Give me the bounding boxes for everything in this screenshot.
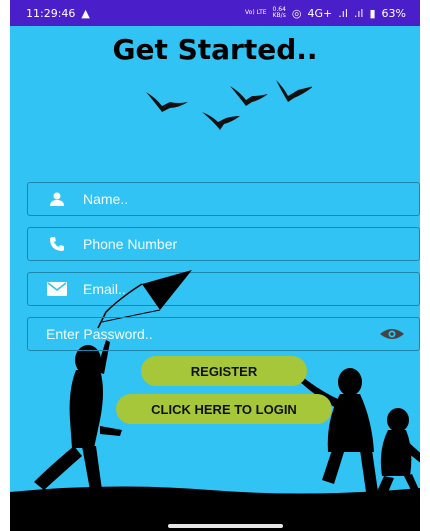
phone-field[interactable]: [27, 227, 420, 261]
name-input[interactable]: [83, 191, 419, 207]
battery-icon: ▮: [369, 6, 376, 20]
phone-input[interactable]: [83, 236, 419, 252]
name-field[interactable]: [27, 182, 420, 216]
battery-level: 63%: [381, 6, 406, 20]
password-field[interactable]: [27, 317, 420, 351]
page-title: Get Started..: [112, 33, 318, 66]
gesture-navigation-bar[interactable]: [168, 524, 283, 528]
eye-icon[interactable]: [379, 326, 405, 342]
network-type: 4G+: [307, 6, 333, 20]
hotspot-icon: ◎: [291, 6, 302, 20]
login-button[interactable]: CLICK HERE TO LOGIN: [116, 394, 332, 424]
app-screen: 11:29:46 ▲ Vo) LTE 0.64 KB/s ◎ 4G+ .ıl .…: [10, 0, 420, 531]
phone-icon: [46, 236, 68, 252]
signal-icon: .ıl: [338, 6, 348, 20]
birds-illustration: [146, 80, 312, 130]
status-time: 11:29:46: [26, 6, 76, 20]
signal-icon-2: .ıl: [353, 6, 364, 20]
birds-icon: [146, 80, 312, 130]
navigation-arrow-icon: ▲: [81, 6, 90, 20]
register-button[interactable]: REGISTER: [141, 356, 307, 386]
status-bar: 11:29:46 ▲ Vo) LTE 0.64 KB/s ◎ 4G+ .ıl .…: [10, 0, 420, 26]
password-input[interactable]: [46, 326, 379, 342]
network-speed-unit: KB/s: [272, 12, 286, 19]
volte-label: Vo) LTE: [245, 9, 267, 16]
person-icon: [46, 191, 68, 207]
